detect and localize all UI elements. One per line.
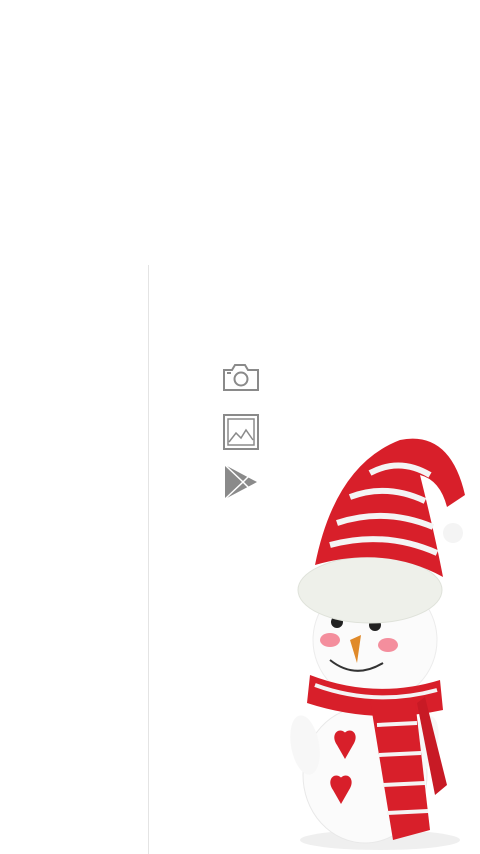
app-screen — [0, 0, 480, 854]
play-store-icon — [224, 464, 257, 500]
image-gallery-icon — [223, 414, 259, 450]
play-store-option[interactable] — [222, 463, 260, 501]
gallery-option[interactable] — [222, 413, 260, 451]
camera-option[interactable] — [222, 358, 260, 396]
camera-icon — [223, 364, 259, 391]
snowman-image — [290, 438, 465, 850]
